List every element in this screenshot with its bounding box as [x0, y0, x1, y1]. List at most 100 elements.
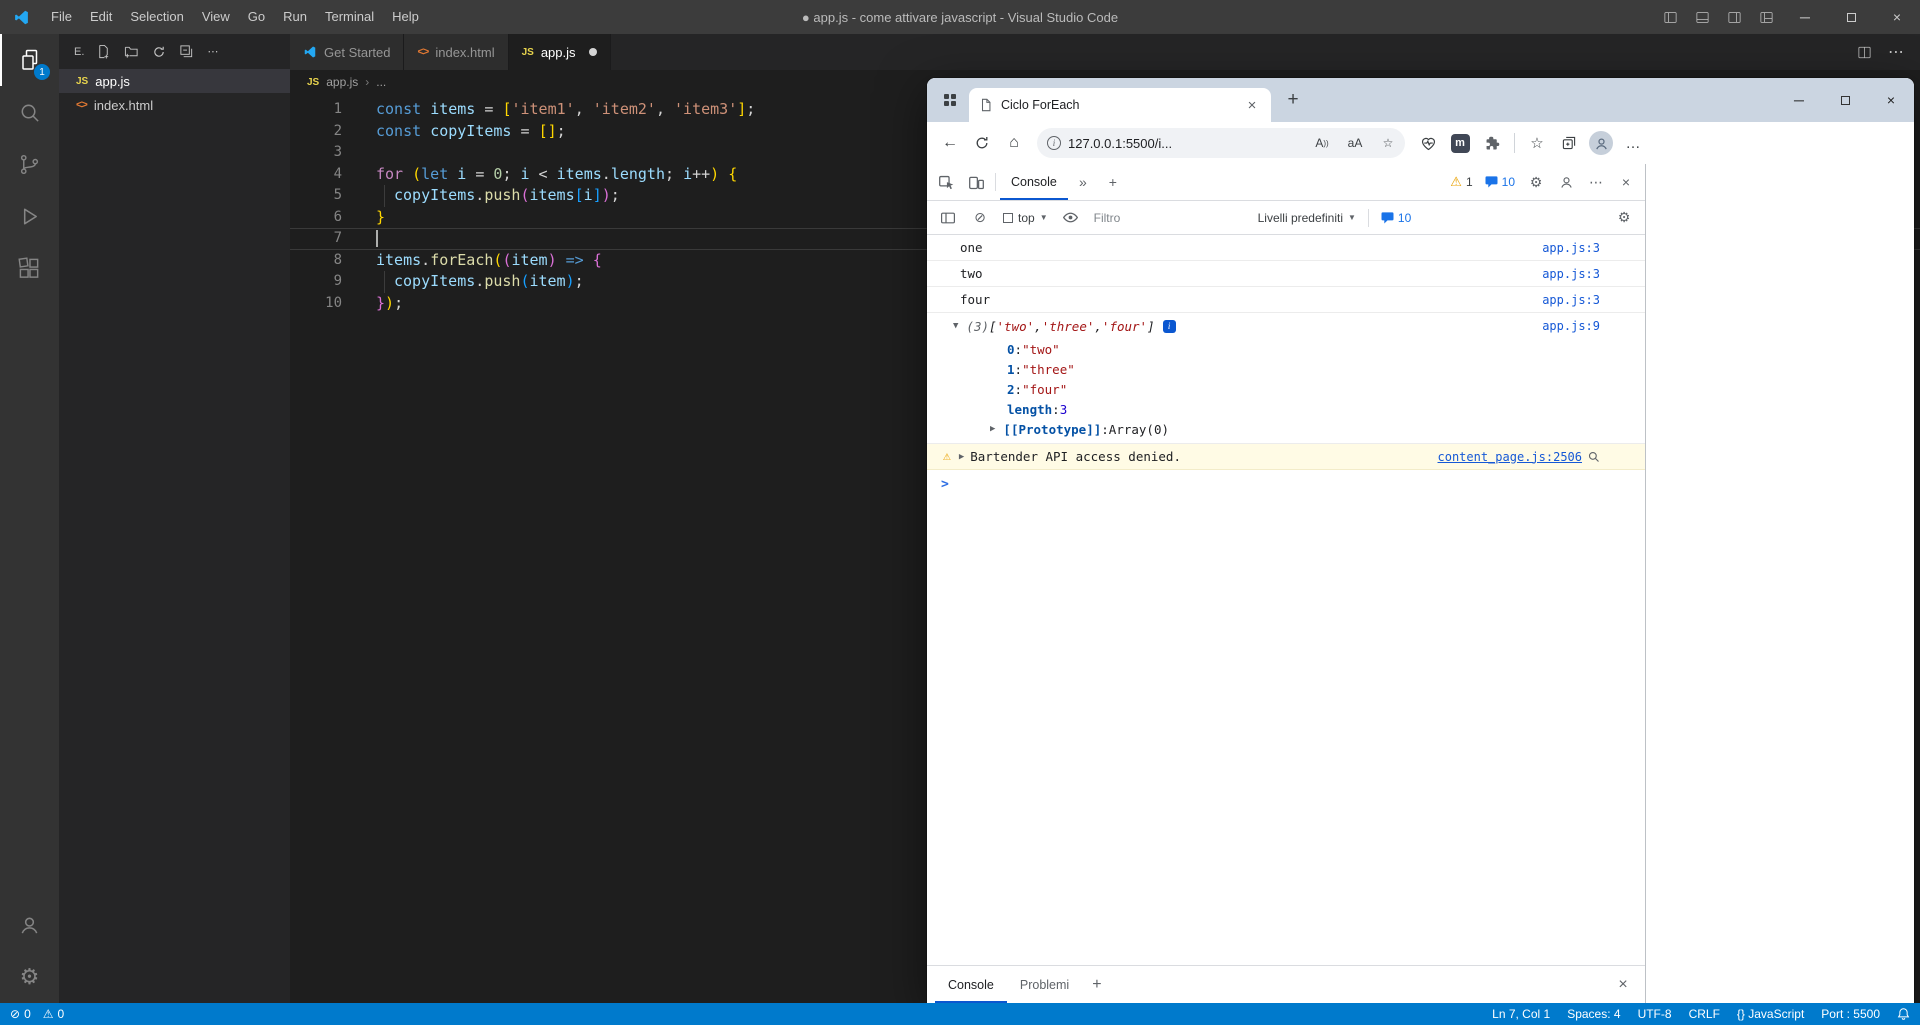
console-source-link[interactable]: app.js:3: [1542, 267, 1600, 281]
live-expression-icon[interactable]: [1056, 203, 1086, 233]
toggle-panel-icon[interactable]: [1686, 0, 1718, 34]
run-debug-icon[interactable]: [0, 190, 59, 242]
status-ln-7-col-1[interactable]: Ln 7, Col 1: [1492, 1007, 1550, 1021]
console-source-link[interactable]: app.js:3: [1542, 241, 1600, 255]
add-tool-icon[interactable]: +: [1098, 167, 1128, 197]
expand-caret-icon[interactable]: ▼: [953, 321, 958, 331]
console-settings-icon[interactable]: ⚙: [1609, 203, 1639, 233]
drawer-tab-console[interactable]: Console: [935, 966, 1007, 1003]
menu-run[interactable]: Run: [274, 0, 316, 34]
devtools-more-icon[interactable]: ⋯: [1581, 167, 1611, 197]
console-source-link[interactable]: app.js:3: [1542, 293, 1600, 307]
m-extension-icon[interactable]: m: [1445, 128, 1475, 158]
collections-icon[interactable]: [1554, 128, 1584, 158]
menu-view[interactable]: View: [193, 0, 239, 34]
explorer-icon[interactable]: 1: [0, 34, 59, 86]
settings-gear-icon[interactable]: ⚙: [0, 951, 59, 1003]
notifications-bell-icon[interactable]: [1897, 1007, 1910, 1021]
new-file-icon[interactable]: [96, 44, 111, 59]
tab-index-html[interactable]: <>index.html: [404, 34, 508, 70]
source-control-icon[interactable]: [0, 138, 59, 190]
filter-input[interactable]: [1094, 211, 1244, 225]
breadcrumb-more[interactable]: ...: [376, 75, 386, 89]
file-app.js[interactable]: JSapp.js: [59, 69, 290, 93]
status-spaces-4[interactable]: Spaces: 4: [1567, 1007, 1620, 1021]
add-favorite-icon[interactable]: ☆: [1375, 130, 1401, 156]
log-levels-selector[interactable]: Livelli predefiniti▼: [1252, 211, 1362, 225]
console-log-row[interactable]: twoapp.js:3: [927, 261, 1645, 287]
menu-help[interactable]: Help: [383, 0, 428, 34]
toggle-secondary-sidebar-icon[interactable]: [1718, 0, 1750, 34]
expand-caret-icon[interactable]: ▶: [959, 452, 964, 462]
edge-minimize-button[interactable]: ─: [1776, 78, 1822, 122]
console-array-child[interactable]: 0: "two": [927, 339, 1645, 359]
home-icon[interactable]: ⌂: [999, 128, 1029, 158]
errors-indicator[interactable]: ⊘0: [10, 1007, 31, 1021]
drawer-close-icon[interactable]: ×: [1609, 976, 1637, 994]
expand-caret-icon[interactable]: ▶: [990, 424, 995, 434]
minimize-button[interactable]: ─: [1782, 0, 1828, 34]
message-counter[interactable]: 10: [1375, 211, 1417, 225]
url-text[interactable]: 127.0.0.1:5500/i...: [1068, 136, 1302, 151]
browser-tab[interactable]: Ciclo ForEach ×: [969, 88, 1271, 122]
search-icon[interactable]: [0, 86, 59, 138]
new-folder-icon[interactable]: [124, 44, 139, 59]
translate-icon[interactable]: aA: [1342, 130, 1368, 156]
console-array-child[interactable]: length: 3: [927, 399, 1645, 419]
settings-more-icon[interactable]: …: [1618, 128, 1648, 158]
console-array-row[interactable]: ▼(3) ['two', 'three', 'four']iapp.js:9: [927, 313, 1645, 339]
address-bar[interactable]: i 127.0.0.1:5500/i... A)) aA ☆: [1037, 128, 1405, 158]
menu-go[interactable]: Go: [239, 0, 274, 34]
customize-layout-icon[interactable]: [1750, 0, 1782, 34]
toggle-sidebar-icon[interactable]: [1654, 0, 1686, 34]
new-tab-icon[interactable]: +: [1279, 86, 1307, 114]
back-icon[interactable]: ←: [935, 128, 965, 158]
page-content[interactable]: [1646, 164, 1914, 1003]
more-actions-icon[interactable]: ⋯: [207, 45, 218, 58]
warnings-indicator[interactable]: ⚠0: [43, 1007, 64, 1021]
extensions-icon[interactable]: [0, 242, 59, 294]
browser-essentials-icon[interactable]: [1413, 128, 1443, 158]
close-tab-icon[interactable]: ×: [1243, 97, 1261, 114]
clear-console-icon[interactable]: ⊘: [965, 203, 995, 233]
search-icon[interactable]: [1588, 451, 1600, 463]
more-tabs-icon[interactable]: »: [1068, 167, 1098, 197]
tab-actions-menu-icon[interactable]: [937, 87, 963, 113]
maximize-button[interactable]: [1828, 0, 1874, 34]
file-index.html[interactable]: <>index.html: [59, 93, 290, 117]
drawer-tab-problemi[interactable]: Problemi: [1007, 966, 1082, 1003]
refresh-explorer-icon[interactable]: [152, 45, 166, 59]
edge-maximize-button[interactable]: [1822, 78, 1868, 122]
editor-more-icon[interactable]: ⋯: [1880, 34, 1912, 70]
breadcrumb-file[interactable]: app.js: [326, 75, 358, 89]
warning-counter[interactable]: ⚠1: [1444, 174, 1478, 190]
inspect-element-icon[interactable]: [931, 167, 961, 197]
console-log-row[interactable]: oneapp.js:3: [927, 235, 1645, 261]
tab-get-started[interactable]: Get Started: [290, 34, 404, 70]
menu-edit[interactable]: Edit: [81, 0, 121, 34]
close-button[interactable]: ×: [1874, 0, 1920, 34]
close-devtools-icon[interactable]: ×: [1611, 167, 1641, 197]
tab-console[interactable]: Console: [1000, 164, 1068, 200]
menu-terminal[interactable]: Terminal: [316, 0, 383, 34]
console-log-row[interactable]: fourapp.js:3: [927, 287, 1645, 313]
account-icon[interactable]: [0, 899, 59, 951]
console-messages[interactable]: oneapp.js:3twoapp.js:3fourapp.js:3▼(3) […: [927, 235, 1645, 965]
console-sidebar-icon[interactable]: [933, 203, 963, 233]
console-array-child[interactable]: 1: "three": [927, 359, 1645, 379]
extensions-puzzle-icon[interactable]: [1477, 128, 1507, 158]
profile-avatar[interactable]: [1586, 128, 1616, 158]
feedback-icon[interactable]: [1551, 167, 1581, 197]
collapse-folders-icon[interactable]: [179, 44, 194, 59]
status-utf-8[interactable]: UTF-8: [1638, 1007, 1672, 1021]
console-array-child[interactable]: 2: "four": [927, 379, 1645, 399]
read-aloud-icon[interactable]: A)): [1309, 130, 1335, 156]
favorites-icon[interactable]: ☆: [1522, 128, 1552, 158]
console-warning-row[interactable]: ⚠▶Bartender API access denied.content_pa…: [927, 444, 1645, 470]
status-port-5500[interactable]: Port : 5500: [1821, 1007, 1880, 1021]
devtools-settings-icon[interactable]: ⚙: [1521, 167, 1551, 197]
console-prompt[interactable]: >: [927, 470, 1645, 498]
menu-file[interactable]: File: [42, 0, 81, 34]
context-selector[interactable]: top▼: [997, 211, 1054, 225]
split-editor-icon[interactable]: [1848, 34, 1880, 70]
